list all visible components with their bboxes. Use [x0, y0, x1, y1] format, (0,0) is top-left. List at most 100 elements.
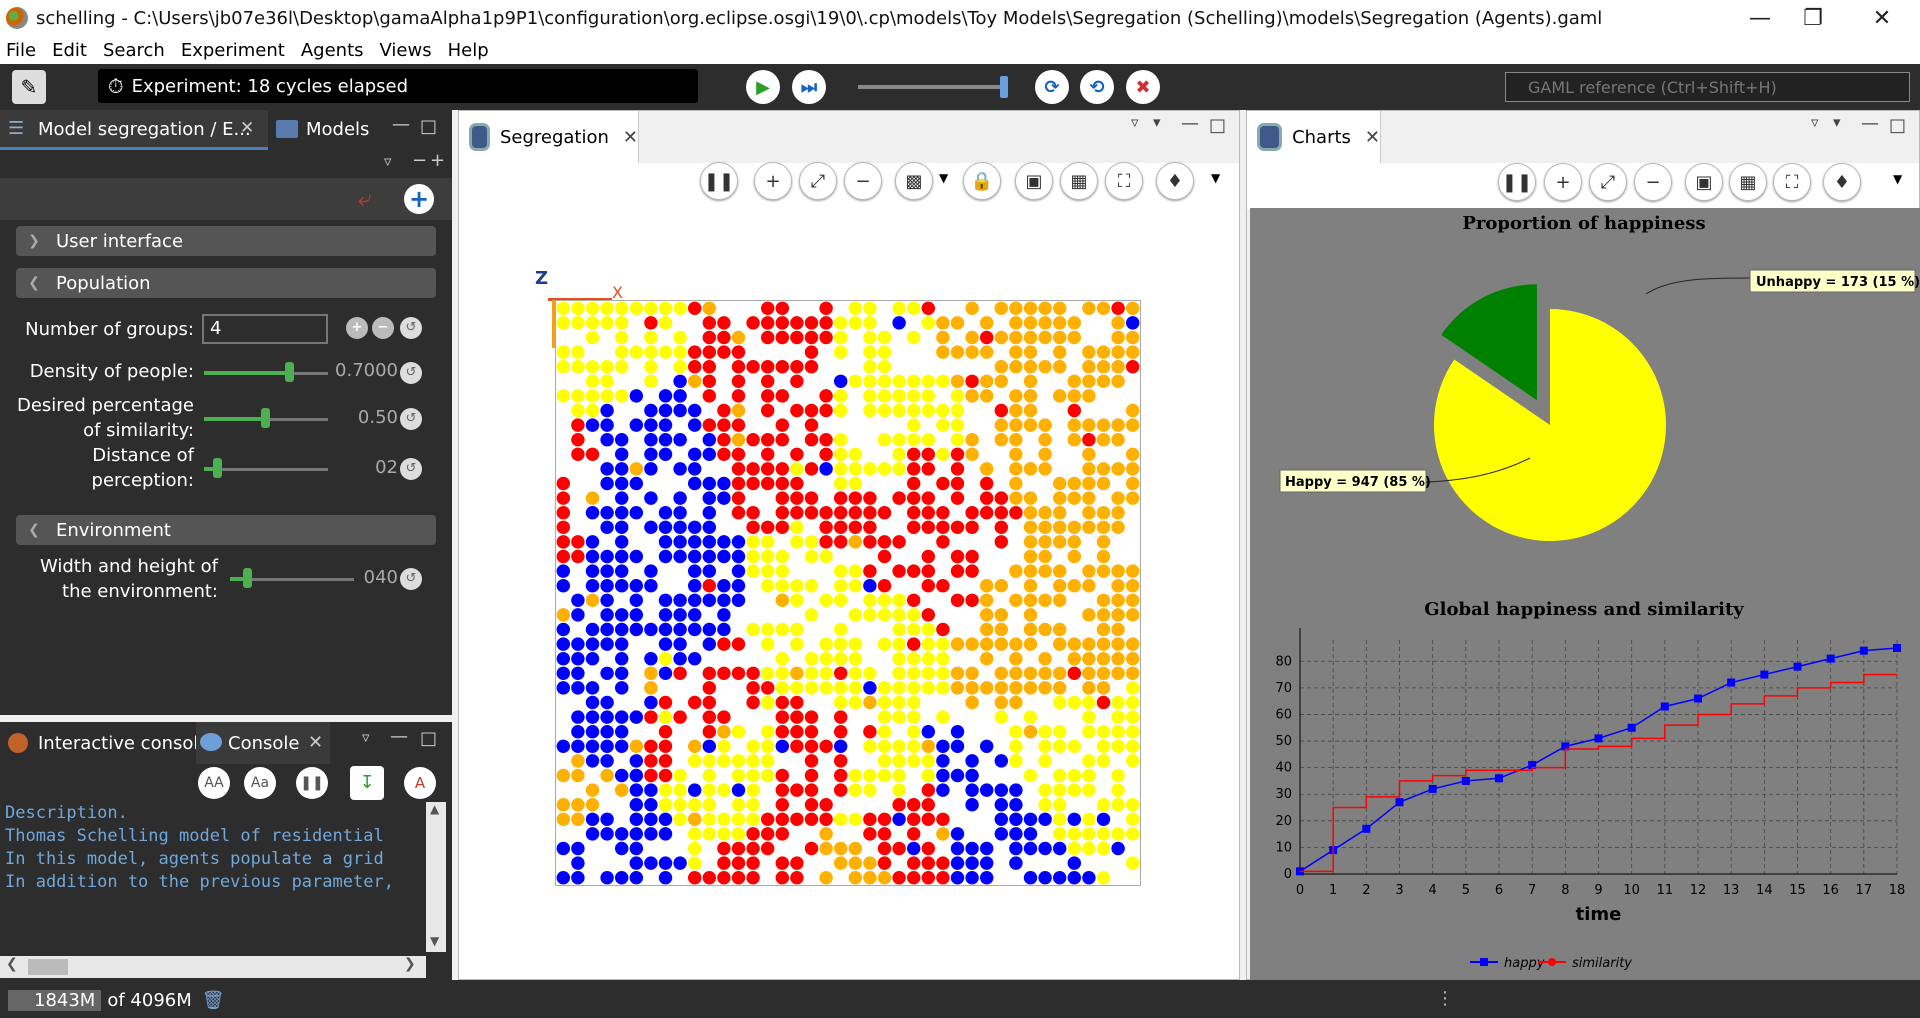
view-menu-icon[interactable]: ▿	[1811, 113, 1819, 131]
zoom-in-icon[interactable]: +	[1544, 163, 1582, 201]
collapse-icon[interactable]: −	[412, 150, 427, 171]
zoom-fit-icon[interactable]: ⤢	[799, 162, 837, 200]
close-icon[interactable]: ✕	[308, 732, 323, 753]
reload-button[interactable]: ⟳	[1035, 70, 1069, 104]
vertical-scrollbar[interactable]: ▲ ▼	[426, 802, 446, 952]
reset-icon[interactable]: ↺	[400, 362, 422, 384]
maximize-button[interactable]: ❐	[1783, 0, 1843, 36]
menu-file[interactable]: File	[6, 40, 36, 61]
background-icon[interactable]: ▦	[1729, 163, 1767, 201]
step-button[interactable]: ⏭	[792, 70, 826, 104]
play-button[interactable]: ▶	[746, 70, 780, 104]
memory-indicator[interactable]: 1843M of 4096M 🗑	[8, 988, 225, 1012]
section-environment[interactable]: ❮ Environment	[16, 515, 436, 545]
camera-icon[interactable]: ▩	[895, 162, 933, 200]
tab-console[interactable]: Console ✕	[196, 722, 330, 764]
relaunch-button[interactable]: ⟲	[1080, 70, 1114, 104]
pause-console-icon[interactable]: ❚❚	[296, 767, 328, 799]
chevron-down-icon[interactable]: ▼	[430, 934, 439, 948]
view-menu-icon[interactable]: ▿	[1131, 113, 1139, 131]
reset-icon[interactable]: ↺	[400, 458, 422, 480]
minimize-button[interactable]: —	[1730, 0, 1790, 36]
zoom-out-icon[interactable]: −	[844, 162, 882, 200]
tab-models[interactable]: Models	[274, 110, 374, 150]
trash-icon[interactable]: 🗑	[202, 990, 225, 1011]
tab-interactive-console[interactable]: Interactive console	[4, 722, 209, 764]
view-list-icon[interactable]: ▾	[1833, 113, 1841, 131]
zoom-out-icon[interactable]: −	[1634, 163, 1672, 201]
increment-icon[interactable]: +	[346, 317, 368, 339]
maximize-view-icon[interactable]: □	[420, 728, 437, 749]
maximize-view-icon[interactable]: □	[420, 116, 437, 137]
add-parameter-icon[interactable]: +	[404, 184, 434, 214]
view-menu-icon[interactable]: ▿	[362, 728, 370, 746]
minimize-view-icon[interactable]: —	[1181, 113, 1199, 134]
charts-canvas[interactable]: Proportion of happiness Unhappy = 173 (1…	[1250, 208, 1920, 980]
menu-edit[interactable]: Edit	[52, 40, 87, 61]
background-icon[interactable]: ▦	[1060, 162, 1098, 200]
minimize-view-icon[interactable]: —	[1861, 113, 1879, 134]
chevron-down-icon[interactable]: ▼	[1893, 172, 1902, 186]
close-window-button[interactable]: ✕	[1852, 0, 1912, 36]
env-size-slider-knob[interactable]	[243, 568, 252, 588]
clear-console-icon[interactable]: A	[404, 767, 436, 799]
zoom-fit-icon[interactable]: ⤢	[1589, 163, 1627, 201]
layers-icon[interactable]: ♦	[1823, 163, 1861, 201]
minimize-view-icon[interactable]: —	[392, 114, 410, 135]
section-population[interactable]: ❮ Population	[16, 268, 436, 298]
close-icon[interactable]: ✕	[623, 127, 638, 148]
reset-icon[interactable]: ↺	[400, 408, 422, 430]
pause-display-icon[interactable]: ❚❚	[700, 162, 738, 200]
menu-experiment[interactable]: Experiment	[181, 40, 285, 61]
menu-help[interactable]: Help	[448, 40, 489, 61]
snapshot-icon[interactable]: ▣	[1685, 163, 1723, 201]
chevron-left-icon[interactable]: ❮	[6, 956, 18, 972]
console-output[interactable]: Description. Thomas Schelling model of re…	[5, 802, 423, 932]
chevron-down-icon[interactable]: ▼	[1211, 171, 1220, 185]
menu-agents[interactable]: Agents	[301, 40, 364, 61]
density-slider-knob[interactable]	[285, 362, 294, 382]
fullscreen-icon[interactable]: ⛶	[1105, 162, 1143, 200]
similarity-slider-knob[interactable]	[261, 408, 270, 428]
gaml-reference-search[interactable]: GAML reference (Ctrl+Shift+H)	[1505, 72, 1910, 102]
speed-slider[interactable]	[858, 85, 1008, 89]
decrement-icon[interactable]: −	[372, 317, 394, 339]
pause-display-icon[interactable]: ❚❚	[1498, 163, 1536, 201]
horizontal-scrollbar[interactable]: ❮ ❯	[0, 956, 426, 978]
zoom-in-icon[interactable]: +	[754, 162, 792, 200]
scroll-lock-icon[interactable]: ↧	[350, 766, 384, 800]
scrollbar-thumb[interactable]	[28, 959, 68, 975]
stop-button[interactable]: ✖	[1126, 70, 1160, 104]
chevron-down-icon[interactable]: ▼	[939, 171, 948, 185]
close-icon[interactable]: ✕	[240, 118, 254, 138]
revert-icon[interactable]: ⤶	[358, 184, 371, 212]
maximize-view-icon[interactable]: □	[1889, 115, 1906, 136]
speed-slider-knob[interactable]	[1000, 76, 1008, 98]
menu-views[interactable]: Views	[380, 40, 432, 61]
chevron-up-icon[interactable]: ▲	[430, 802, 439, 816]
tab-segregation[interactable]: Segregation ✕	[459, 111, 639, 163]
layers-icon[interactable]: ♦	[1156, 162, 1194, 200]
tab-model-parameters[interactable]: ☰ Model segregation / E... ✕	[0, 110, 268, 150]
increase-font-icon[interactable]: AA	[198, 767, 230, 799]
snapshot-icon[interactable]: ▣	[1015, 162, 1053, 200]
perception-slider[interactable]	[204, 468, 328, 471]
edit-model-icon[interactable]: ✎	[12, 70, 46, 104]
decrease-font-icon[interactable]: Aa	[244, 767, 276, 799]
reset-icon[interactable]: ↺	[400, 317, 422, 339]
view-menu-icon[interactable]: ▿	[384, 152, 392, 170]
expand-icon[interactable]: +	[430, 150, 445, 171]
fullscreen-icon[interactable]: ⛶	[1773, 163, 1811, 201]
minimize-view-icon[interactable]: —	[390, 726, 408, 747]
groups-input[interactable]: 4	[202, 314, 328, 344]
reset-icon[interactable]: ↺	[400, 568, 422, 590]
perception-slider-knob[interactable]	[213, 458, 222, 478]
section-user-interface[interactable]: ❯ User interface	[16, 226, 436, 256]
chevron-right-icon[interactable]: ❯	[404, 956, 416, 972]
tab-charts[interactable]: Charts ✕	[1247, 111, 1381, 163]
agents-grid[interactable]	[555, 300, 1141, 886]
lock-icon[interactable]: 🔒	[963, 162, 1001, 200]
maximize-view-icon[interactable]: □	[1209, 115, 1226, 136]
menu-search[interactable]: Search	[103, 40, 165, 61]
view-list-icon[interactable]: ▾	[1153, 113, 1161, 131]
